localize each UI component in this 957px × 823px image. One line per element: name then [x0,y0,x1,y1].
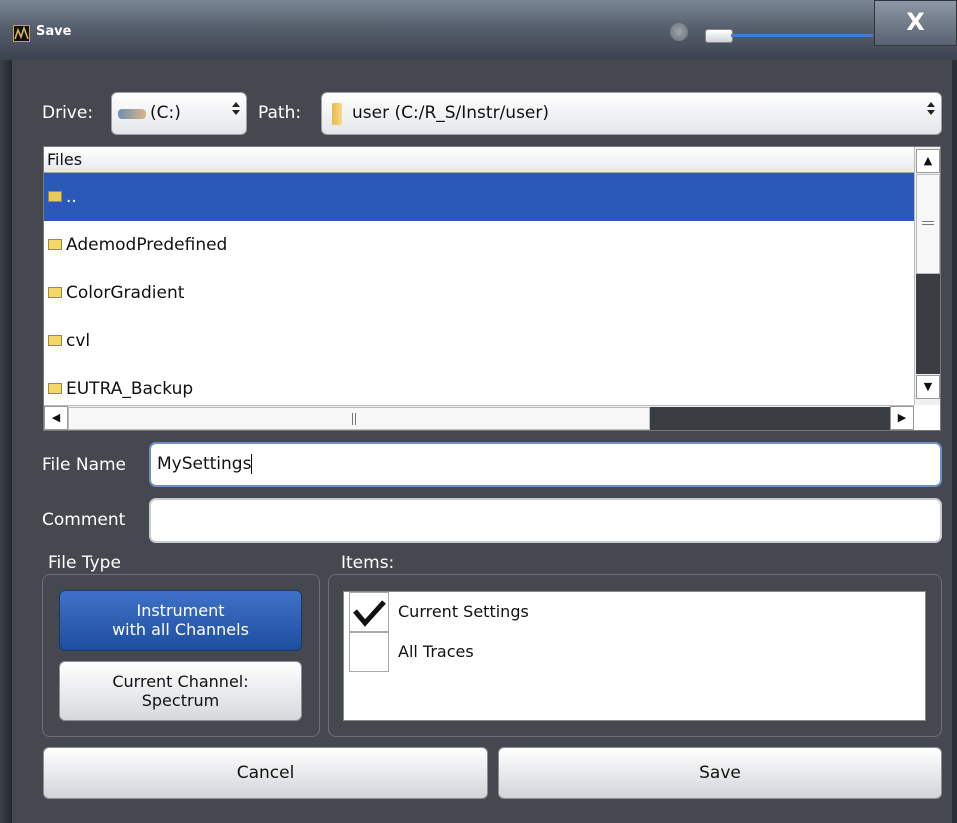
transparency-slider-handle[interactable] [705,29,733,43]
background-edge [0,60,12,823]
save-button[interactable]: Save [498,747,942,799]
current-settings-label: Current Settings [398,602,529,621]
file-name-text: .. [66,187,77,207]
text-cursor [251,454,253,474]
file-list[interactable]: Files .. AdemodPredefined ColorGradient … [43,146,941,431]
button-line-1: Current Channel: [112,672,249,691]
drive-spin-icon [232,102,240,118]
scroll-right-icon[interactable]: ▶ [890,406,914,430]
items-label: Items: [341,553,395,573]
current-settings-checkbox[interactable] [349,592,389,632]
folder-icon [48,287,62,298]
folder-icon [48,383,62,394]
drive-value: (C:) [150,103,181,123]
drive-icon [118,109,146,119]
transparency-icon [670,23,688,41]
vertical-scrollbar[interactable]: ▲ ▼ [914,147,940,405]
file-type-current-channel-button[interactable]: Current Channel: Spectrum [59,661,302,721]
list-item[interactable]: .. [44,173,914,221]
comment-label: Comment [42,510,126,530]
all-traces-label: All Traces [398,642,474,661]
window-title: Save [36,24,72,39]
vertical-scroll-track[interactable] [916,274,940,374]
file-name-text: ColorGradient [66,283,185,303]
horizontal-scroll-track[interactable] [650,407,890,430]
drive-select[interactable]: (C:) [111,92,247,135]
drive-label: Drive: [42,103,94,123]
list-item[interactable]: EUTRA_Backup [44,365,914,405]
app-icon [13,25,30,42]
cancel-button[interactable]: Cancel [43,747,488,799]
scroll-down-icon[interactable]: ▼ [916,375,940,399]
horizontal-scroll-thumb[interactable] [68,407,650,430]
list-item[interactable]: ColorGradient [44,269,914,317]
horizontal-scrollbar[interactable]: ◀ ▶ [44,405,914,430]
transparency-slider-track[interactable] [731,34,873,37]
file-type-label: File Type [48,553,121,573]
file-name-input[interactable]: MySettings [149,442,942,487]
vertical-scroll-thumb[interactable] [916,174,940,274]
list-item[interactable]: AdemodPredefined [44,221,914,269]
scroll-left-icon[interactable]: ◀ [44,406,68,430]
file-name-text: cvl [66,331,91,351]
folder-icon [48,191,62,202]
comment-input[interactable] [149,498,942,543]
file-name-text: EUTRA_Backup [66,379,194,399]
background-edge-right [952,60,957,823]
path-spin-icon [927,102,935,118]
all-traces-checkbox[interactable] [349,632,389,672]
folder-icon [332,103,342,125]
file-name-text: AdemodPredefined [66,235,228,255]
files-column-header[interactable]: Files [44,147,914,173]
file-type-instrument-button[interactable]: Instrument with all Channels [59,590,302,651]
close-button[interactable]: X [874,0,957,46]
file-name-label: File Name [42,455,127,475]
title-bar: Save X [0,0,957,60]
path-select[interactable]: user (C:/R_S/Instr/user) [321,92,942,135]
button-line-1: Instrument [136,601,225,620]
button-line-2: Spectrum [141,691,220,710]
path-value: user (C:/R_S/Instr/user) [352,103,550,123]
scroll-up-icon[interactable]: ▲ [916,149,940,173]
file-name-value: MySettings [157,454,252,474]
button-line-2: with all Channels [112,620,249,639]
items-list: Current Settings All Traces [343,591,926,721]
folder-icon [48,239,62,250]
list-item[interactable]: cvl [44,317,914,365]
path-label: Path: [258,103,302,123]
folder-icon [48,335,62,346]
checkmark-icon [353,600,386,627]
